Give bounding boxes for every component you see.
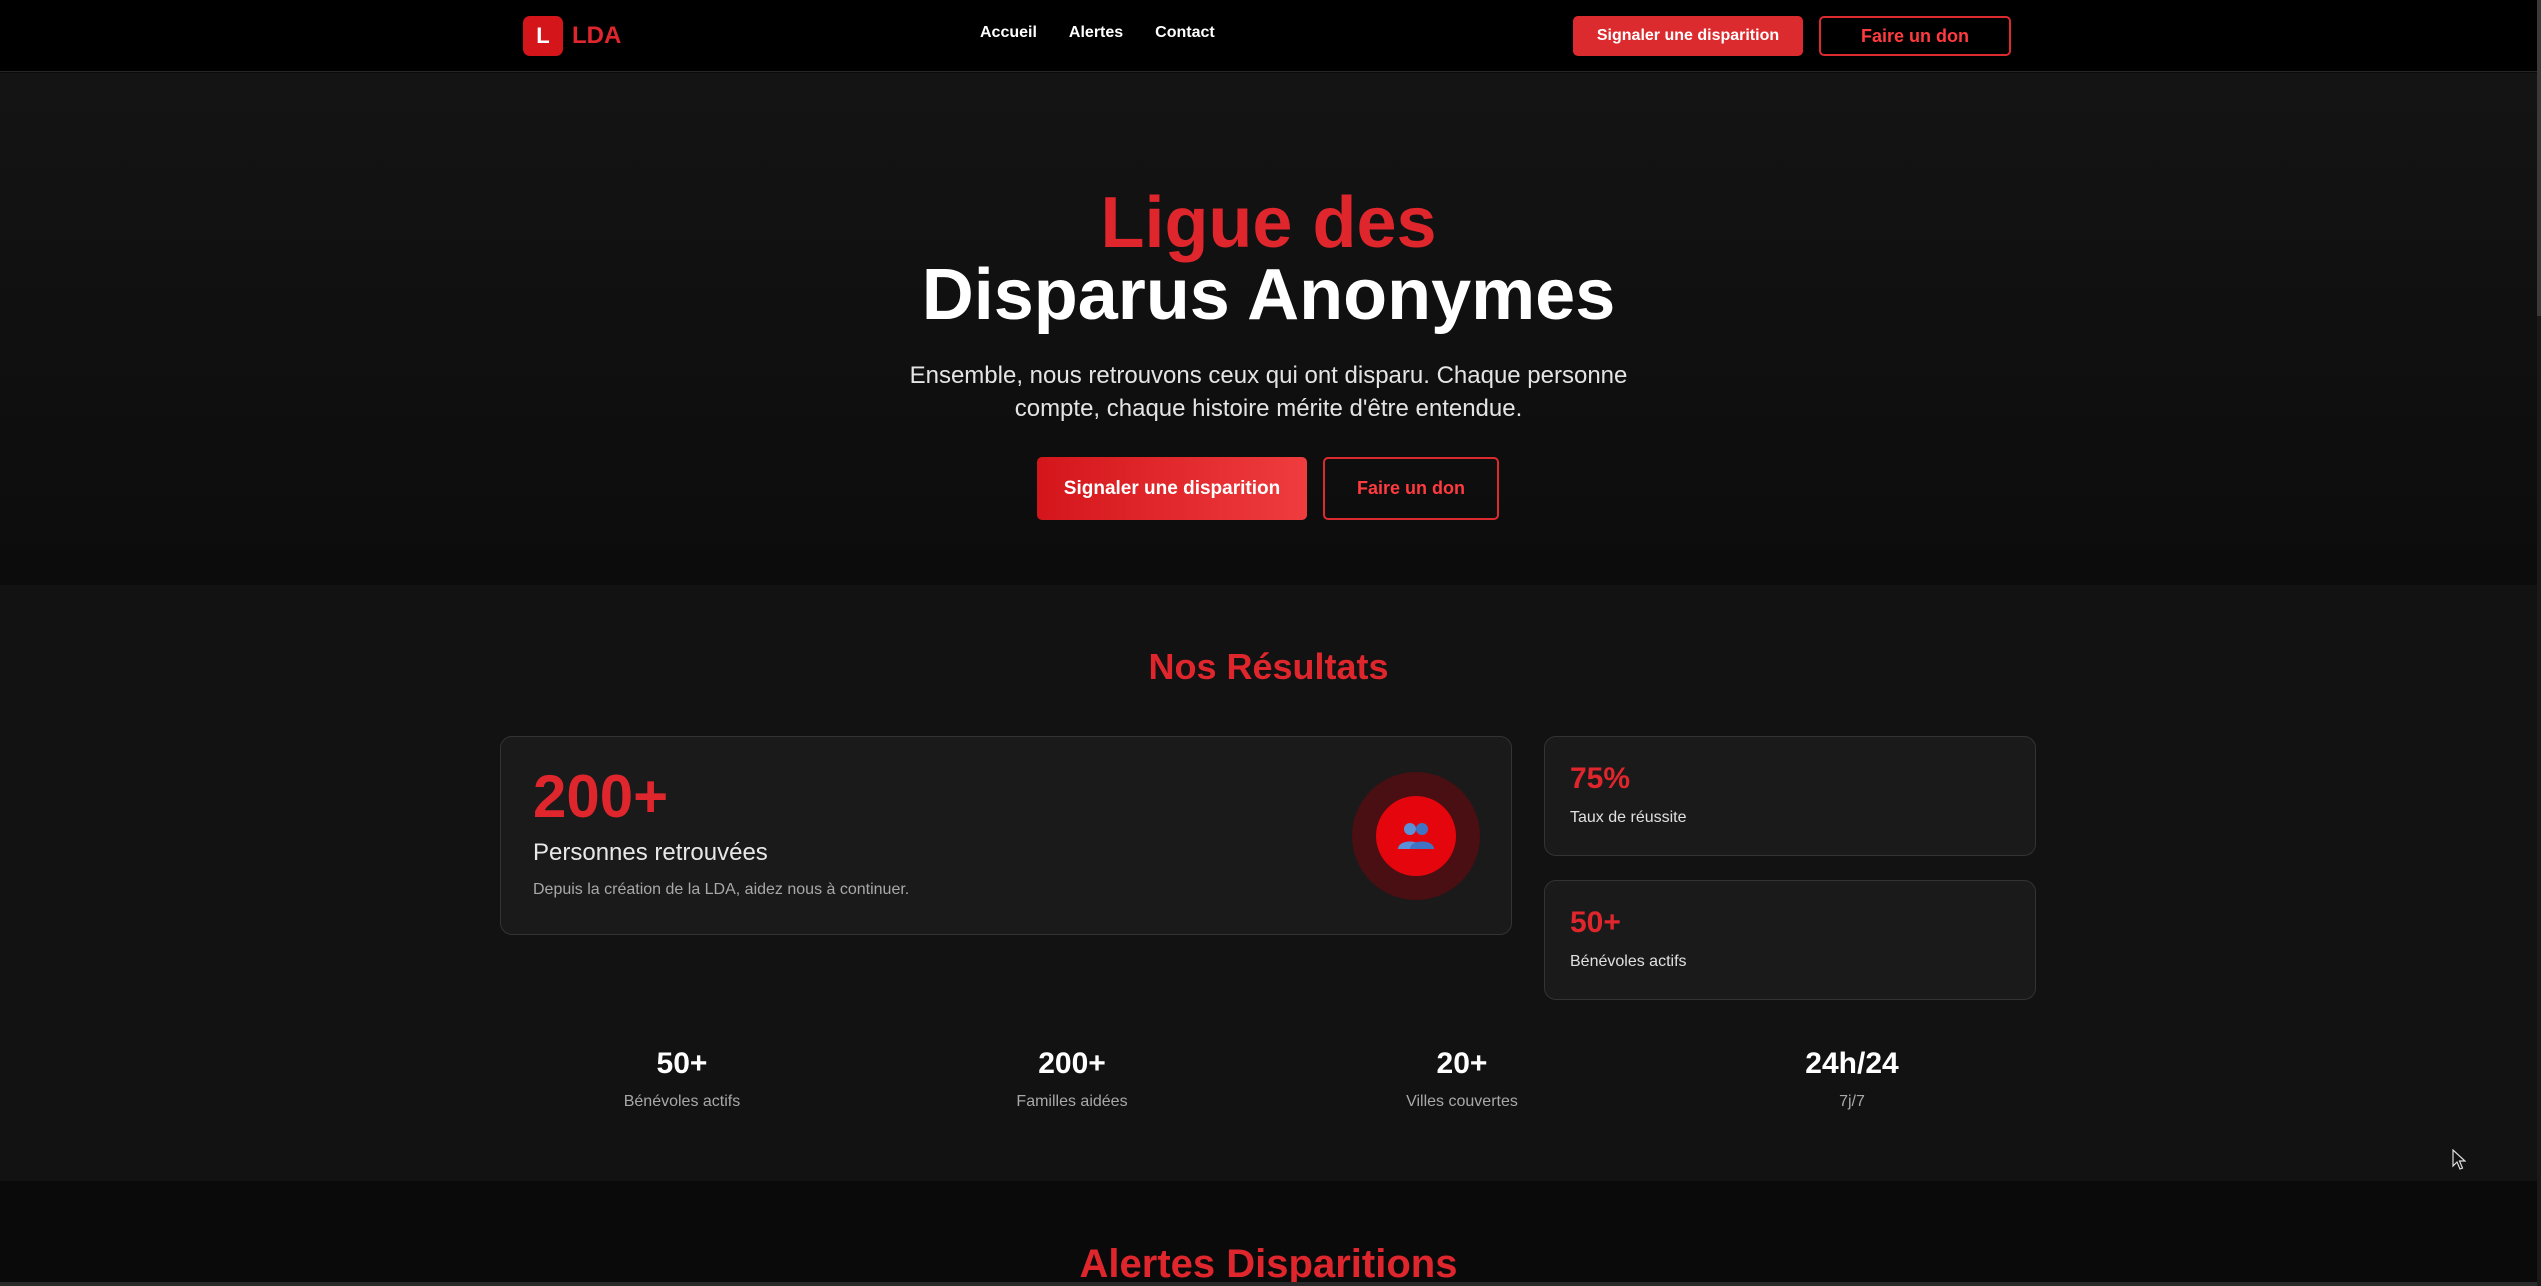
stat-volunteers: 50+ Bénévoles actifs: [532, 1047, 832, 1111]
logo-text: LDA: [572, 22, 622, 49]
main-stat-card: 200+ Personnes retrouvées Depuis la créa…: [500, 736, 1512, 935]
stat-value: 200+: [1038, 1047, 1106, 1080]
alerts-section: Alertes Disparitions: [0, 1181, 2537, 1286]
hero-subtitle: Ensemble, nous retrouvons ceux qui ont d…: [909, 362, 1628, 422]
logo[interactable]: L LDA: [523, 16, 621, 56]
results-section: Nos Résultats 200+ Personnes retrouvées …: [0, 585, 2537, 1181]
bottom-divider: [0, 1282, 2537, 1286]
alerts-title: Alertes Disparitions: [1079, 1242, 1458, 1286]
nav-report-button[interactable]: Signaler une disparition: [1573, 16, 1803, 56]
logo-badge: L: [523, 16, 563, 56]
stat-label: 7j/7: [1839, 1093, 1865, 1110]
top-navbar: L LDA Accueil Alertes Contact Signaler u…: [0, 0, 2537, 72]
nav-link-alertes[interactable]: Alertes: [1069, 24, 1123, 42]
stat-value: 24h/24: [1805, 1047, 1899, 1080]
stat-label: Villes couvertes: [1406, 1093, 1518, 1110]
hero-donate-button[interactable]: Faire un don: [1323, 457, 1499, 520]
success-rate-label: Taux de réussite: [1570, 809, 1687, 826]
main-stat-value: 200+: [533, 763, 669, 830]
success-rate-value: 75%: [1570, 762, 1631, 795]
stat-value: 50+: [656, 1047, 708, 1080]
scrollbar-thumb[interactable]: [2537, 0, 2541, 316]
hero-section: Ligue des Disparus Anonymes Ensemble, no…: [0, 73, 2537, 585]
stat-label: Familles aidées: [1016, 1093, 1128, 1110]
stat-value: 20+: [1436, 1047, 1488, 1080]
hero-title-line2: Disparus Anonymes: [921, 255, 1616, 335]
hero-report-button[interactable]: Signaler une disparition: [1037, 457, 1307, 520]
stat-label: Bénévoles actifs: [623, 1093, 741, 1110]
success-rate-card: 75% Taux de réussite: [1544, 736, 2036, 856]
nav-donate-button[interactable]: Faire un don: [1819, 16, 2011, 56]
nav-links: Accueil Alertes Contact: [980, 24, 1215, 42]
page-scrollbar[interactable]: [2537, 0, 2541, 1286]
mouse-cursor-icon: [2452, 1149, 2466, 1170]
page: L LDA Accueil Alertes Contact Signaler u…: [0, 0, 2537, 1286]
volunteers-label: Bénévoles actifs: [1570, 953, 1687, 970]
hero-title-line1: Ligue des: [1100, 183, 1437, 263]
nav-link-accueil[interactable]: Accueil: [980, 24, 1037, 42]
stat-cities: 20+ Villes couvertes: [1312, 1047, 1612, 1111]
volunteers-value: 50+: [1570, 906, 1621, 939]
people-icon-inner: [1376, 796, 1456, 876]
results-title: Nos Résultats: [1148, 646, 1389, 687]
stat-families: 200+ Familles aidées: [922, 1047, 1222, 1111]
nav-link-contact[interactable]: Contact: [1155, 24, 1215, 42]
people-glyph: [1398, 823, 1434, 849]
main-stat-description: Depuis la création de la LDA, aidez nous…: [533, 881, 910, 898]
volunteers-card: 50+ Bénévoles actifs: [1544, 880, 2036, 1000]
main-stat-label: Personnes retrouvées: [533, 839, 768, 866]
people-icon: [1352, 772, 1480, 900]
stat-availability: 24h/24 7j/7: [1702, 1047, 2002, 1111]
